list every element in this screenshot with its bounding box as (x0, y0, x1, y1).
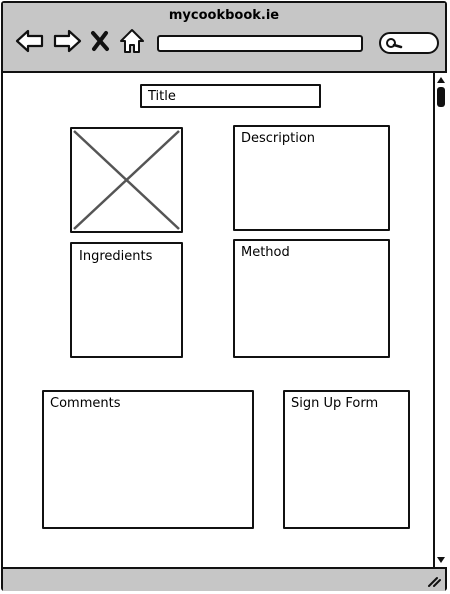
signup-label: Sign Up Form (291, 396, 379, 411)
page-content: Title Description Ingredients Method Com… (3, 73, 433, 567)
stop-button[interactable] (89, 27, 111, 55)
image-placeholder-icon (73, 130, 180, 230)
method-box: Method (233, 239, 390, 358)
description-label: Description (241, 131, 316, 146)
scroll-down-arrow-icon[interactable] (436, 555, 446, 565)
back-button[interactable] (15, 27, 45, 55)
description-box: Description (233, 125, 390, 231)
home-button[interactable] (118, 27, 146, 55)
ingredients-box: Ingredients (70, 242, 183, 358)
title-label: Title (148, 89, 176, 104)
search-icon (386, 38, 403, 49)
scroll-up-arrow-icon[interactable] (436, 75, 446, 85)
browser-window: mycookbook.ie Title Description Ingredie… (1, 1, 447, 591)
ingredients-label: Ingredients (79, 249, 153, 264)
home-icon (120, 29, 144, 53)
forward-button[interactable] (52, 27, 82, 55)
method-label: Method (241, 245, 290, 260)
status-bar (3, 567, 445, 591)
close-icon (91, 31, 109, 51)
title-field[interactable]: Title (140, 84, 321, 108)
recipe-image (70, 127, 183, 233)
vertical-scrollbar[interactable] (433, 73, 447, 567)
resize-grip-icon[interactable] (427, 574, 441, 588)
comments-box: Comments (42, 390, 254, 529)
site-title: mycookbook.ie (168, 8, 280, 23)
comments-label: Comments (50, 396, 121, 411)
search-field[interactable] (379, 32, 439, 54)
browser-toolbar: mycookbook.ie (3, 3, 445, 73)
scroll-thumb[interactable] (437, 87, 445, 107)
address-bar[interactable] (157, 35, 363, 52)
forward-arrow-icon (53, 29, 82, 53)
back-arrow-icon (15, 29, 44, 53)
signup-form[interactable]: Sign Up Form (283, 390, 410, 529)
